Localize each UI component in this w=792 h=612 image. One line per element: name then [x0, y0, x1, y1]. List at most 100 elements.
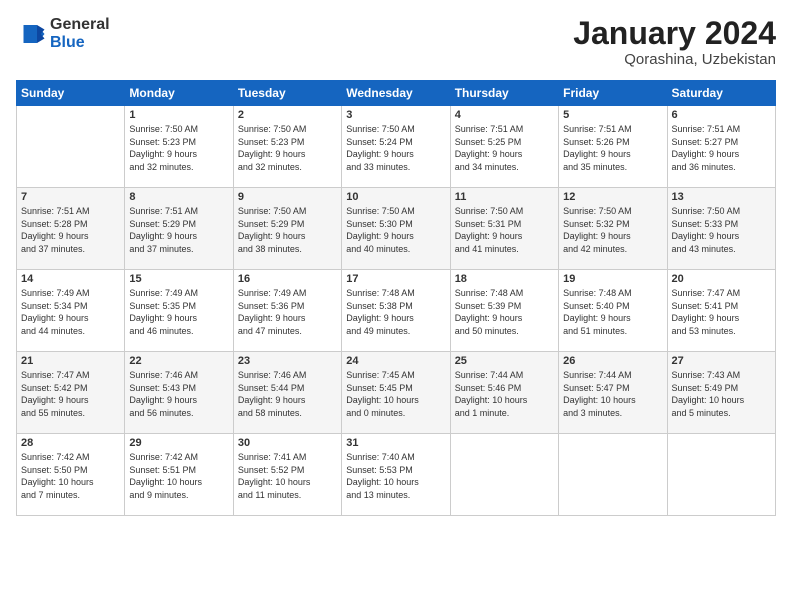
- calendar-cell: 11Sunrise: 7:50 AM Sunset: 5:31 PM Dayli…: [450, 188, 558, 270]
- calendar-cell: 28 Sunrise: 7:42 AM Sunset: 5:50 PM Dayli…: [17, 434, 125, 516]
- calendar-cell: 10 Sunrise: 7:50 AM Sunset: 5:30 PM Dayli…: [342, 188, 450, 270]
- day-number: 6: [672, 109, 771, 121]
- calendar-body: 1Sunrise: 7:50 AM Sunset: 5:23 PM Daylig…: [17, 106, 776, 516]
- calendar-cell: [17, 106, 125, 188]
- month-title: January 2024: [573, 16, 776, 51]
- cell-content: Sunrise: 7:42 AM Sunset: 5:50 PM Dayligh…: [21, 451, 120, 501]
- day-number: 3: [346, 109, 445, 121]
- calendar-cell: 9 Sunrise: 7:50 AM Sunset: 5:29 PM Daylig…: [233, 188, 341, 270]
- day-number: 21: [21, 355, 120, 367]
- logo-general-text: General: [50, 16, 110, 34]
- cell-content: Sunrise: 7:50 AM Sunset: 5:32 PM Dayligh…: [563, 205, 662, 255]
- day-number: 2: [238, 109, 337, 121]
- cell-content: Sunrise: 7:42 AM Sunset: 5:51 PM Dayligh…: [129, 451, 228, 501]
- calendar-week-row: 7Sunrise: 7:51 AM Sunset: 5:28 PM Daylig…: [17, 188, 776, 270]
- day-number: 17: [346, 273, 445, 285]
- day-number: 10: [346, 191, 445, 203]
- calendar-cell: 17 Sunrise: 7:48 AM Sunset: 5:38 PM Dayli…: [342, 270, 450, 352]
- cell-content: Sunrise: 7:50 AM Sunset: 5:24 PM Dayligh…: [346, 123, 445, 173]
- calendar-table: SundayMondayTuesdayWednesdayThursdayFrid…: [16, 80, 776, 516]
- cell-content: Sunrise: 7:48 AM Sunset: 5:38 PM Dayligh…: [346, 287, 445, 337]
- day-number: 8: [129, 191, 228, 203]
- calendar-cell: 25 Sunrise: 7:44 AM Sunset: 5:46 PM Dayli…: [450, 352, 558, 434]
- logo-blue-text: Blue: [50, 34, 110, 52]
- weekday-saturday: Saturday: [667, 81, 775, 106]
- calendar-cell: 23Sunrise: 7:46 AM Sunset: 5:44 PM Dayli…: [233, 352, 341, 434]
- day-number: 28: [21, 437, 120, 449]
- day-number: 22: [129, 355, 228, 367]
- cell-content: Sunrise: 7:40 AM Sunset: 5:53 PM Dayligh…: [346, 451, 445, 501]
- day-number: 23: [238, 355, 337, 367]
- cell-content: Sunrise: 7:51 AM Sunset: 5:27 PM Dayligh…: [672, 123, 771, 173]
- cell-content: Sunrise: 7:50 AM Sunset: 5:31 PM Dayligh…: [455, 205, 554, 255]
- calendar-cell: 29 Sunrise: 7:42 AM Sunset: 5:51 PM Dayli…: [125, 434, 233, 516]
- calendar-cell: 21 Sunrise: 7:47 AM Sunset: 5:42 PM Dayli…: [17, 352, 125, 434]
- cell-content: Sunrise: 7:49 AM Sunset: 5:35 PM Dayligh…: [129, 287, 228, 337]
- calendar-week-row: 21 Sunrise: 7:47 AM Sunset: 5:42 PM Dayli…: [17, 352, 776, 434]
- day-number: 26: [563, 355, 662, 367]
- cell-content: Sunrise: 7:44 AM Sunset: 5:46 PM Dayligh…: [455, 369, 554, 419]
- weekday-sunday: Sunday: [17, 81, 125, 106]
- page-header: General Blue January 2024 Qorashina, Uzb…: [16, 16, 776, 68]
- cell-content: Sunrise: 7:51 AM Sunset: 5:26 PM Dayligh…: [563, 123, 662, 173]
- day-number: 12: [563, 191, 662, 203]
- day-number: 19: [563, 273, 662, 285]
- calendar-cell: 31 Sunrise: 7:40 AM Sunset: 5:53 PM Dayli…: [342, 434, 450, 516]
- day-number: 29: [129, 437, 228, 449]
- logo-icon: [16, 19, 46, 49]
- calendar-cell: 8 Sunrise: 7:51 AM Sunset: 5:29 PM Daylig…: [125, 188, 233, 270]
- calendar-week-row: 14Sunrise: 7:49 AM Sunset: 5:34 PM Dayli…: [17, 270, 776, 352]
- calendar-cell: 20Sunrise: 7:47 AM Sunset: 5:41 PM Dayli…: [667, 270, 775, 352]
- cell-content: Sunrise: 7:47 AM Sunset: 5:42 PM Dayligh…: [21, 369, 120, 419]
- calendar-week-row: 28 Sunrise: 7:42 AM Sunset: 5:50 PM Dayli…: [17, 434, 776, 516]
- calendar-cell: 4Sunrise: 7:51 AM Sunset: 5:25 PM Daylig…: [450, 106, 558, 188]
- day-number: 25: [455, 355, 554, 367]
- calendar-cell: [559, 434, 667, 516]
- day-number: 15: [129, 273, 228, 285]
- cell-content: Sunrise: 7:48 AM Sunset: 5:40 PM Dayligh…: [563, 287, 662, 337]
- logo: General Blue: [16, 16, 110, 51]
- weekday-thursday: Thursday: [450, 81, 558, 106]
- calendar-cell: 27Sunrise: 7:43 AM Sunset: 5:49 PM Dayli…: [667, 352, 775, 434]
- day-number: 13: [672, 191, 771, 203]
- calendar-cell: 24 Sunrise: 7:45 AM Sunset: 5:45 PM Dayli…: [342, 352, 450, 434]
- calendar-cell: 19 Sunrise: 7:48 AM Sunset: 5:40 PM Dayli…: [559, 270, 667, 352]
- cell-content: Sunrise: 7:45 AM Sunset: 5:45 PM Dayligh…: [346, 369, 445, 419]
- cell-content: Sunrise: 7:50 AM Sunset: 5:33 PM Dayligh…: [672, 205, 771, 255]
- calendar-cell: 30Sunrise: 7:41 AM Sunset: 5:52 PM Dayli…: [233, 434, 341, 516]
- calendar-cell: [450, 434, 558, 516]
- location: Qorashina, Uzbekistan: [573, 51, 776, 68]
- day-number: 5: [563, 109, 662, 121]
- calendar-cell: 16Sunrise: 7:49 AM Sunset: 5:36 PM Dayli…: [233, 270, 341, 352]
- calendar-cell: 1Sunrise: 7:50 AM Sunset: 5:23 PM Daylig…: [125, 106, 233, 188]
- weekday-tuesday: Tuesday: [233, 81, 341, 106]
- day-number: 4: [455, 109, 554, 121]
- calendar-cell: 14Sunrise: 7:49 AM Sunset: 5:34 PM Dayli…: [17, 270, 125, 352]
- day-number: 20: [672, 273, 771, 285]
- cell-content: Sunrise: 7:43 AM Sunset: 5:49 PM Dayligh…: [672, 369, 771, 419]
- weekday-friday: Friday: [559, 81, 667, 106]
- calendar-cell: 7Sunrise: 7:51 AM Sunset: 5:28 PM Daylig…: [17, 188, 125, 270]
- calendar-cell: 3 Sunrise: 7:50 AM Sunset: 5:24 PM Daylig…: [342, 106, 450, 188]
- calendar-cell: 5 Sunrise: 7:51 AM Sunset: 5:26 PM Daylig…: [559, 106, 667, 188]
- title-block: January 2024 Qorashina, Uzbekistan: [573, 16, 776, 68]
- calendar-cell: [667, 434, 775, 516]
- day-number: 9: [238, 191, 337, 203]
- day-number: 24: [346, 355, 445, 367]
- cell-content: Sunrise: 7:46 AM Sunset: 5:43 PM Dayligh…: [129, 369, 228, 419]
- calendar-cell: 15 Sunrise: 7:49 AM Sunset: 5:35 PM Dayli…: [125, 270, 233, 352]
- cell-content: Sunrise: 7:49 AM Sunset: 5:36 PM Dayligh…: [238, 287, 337, 337]
- cell-content: Sunrise: 7:44 AM Sunset: 5:47 PM Dayligh…: [563, 369, 662, 419]
- cell-content: Sunrise: 7:49 AM Sunset: 5:34 PM Dayligh…: [21, 287, 120, 337]
- cell-content: Sunrise: 7:50 AM Sunset: 5:29 PM Dayligh…: [238, 205, 337, 255]
- weekday-header-row: SundayMondayTuesdayWednesdayThursdayFrid…: [17, 81, 776, 106]
- weekday-monday: Monday: [125, 81, 233, 106]
- cell-content: Sunrise: 7:51 AM Sunset: 5:29 PM Dayligh…: [129, 205, 228, 255]
- calendar-cell: 12 Sunrise: 7:50 AM Sunset: 5:32 PM Dayli…: [559, 188, 667, 270]
- calendar-cell: 2 Sunrise: 7:50 AM Sunset: 5:23 PM Daylig…: [233, 106, 341, 188]
- day-number: 31: [346, 437, 445, 449]
- day-number: 30: [238, 437, 337, 449]
- cell-content: Sunrise: 7:50 AM Sunset: 5:23 PM Dayligh…: [238, 123, 337, 173]
- day-number: 18: [455, 273, 554, 285]
- cell-content: Sunrise: 7:50 AM Sunset: 5:30 PM Dayligh…: [346, 205, 445, 255]
